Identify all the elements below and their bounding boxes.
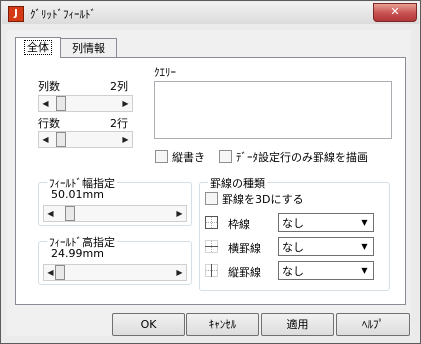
columns-label: 列数	[38, 80, 60, 93]
vertical-line-value: なし	[282, 265, 304, 278]
field-width-group: ﾌｨｰﾙﾄﾞ幅指定 50.01mm ◀ ▶	[38, 175, 192, 226]
horizontal-line-label: 横罫線	[228, 242, 261, 255]
slider-left-arrow-icon[interactable]: ◀	[39, 96, 52, 111]
close-button[interactable]: ✕	[373, 3, 417, 22]
field-width-value: 50.01mm	[51, 188, 104, 201]
three-d-lines-checkbox[interactable]	[205, 192, 218, 205]
rows-value: 2行	[110, 117, 128, 130]
line-types-group: 罫線の種類 罫線を3Dにする 枠線 なし ▼ 横罫線 なし ▼ 縦罫線 なし ▼	[199, 175, 390, 291]
chevron-down-icon[interactable]: ▼	[356, 262, 373, 279]
slider-left-arrow-icon[interactable]: ◀	[44, 206, 57, 221]
rows-slider[interactable]: ◀ ▶	[38, 131, 133, 148]
title-bar[interactable]: J ｸﾞﾘｯﾄﾞﾌｨｰﾙﾄﾞ ✕	[2, 2, 419, 24]
query-textarea[interactable]	[154, 81, 392, 139]
slider-right-arrow-icon[interactable]: ▶	[119, 96, 132, 111]
slider-thumb[interactable]	[65, 206, 75, 221]
apply-button[interactable]: 適用	[261, 313, 334, 336]
three-d-lines-label: 罫線を3Dにする	[222, 193, 304, 206]
tab-panel-general: 列数 2列 ◀ ▶ 行数 2行 ◀ ▶ ｸｴﾘｰ 縦書き ﾃﾞｰﾀ設定行のみ罫線…	[15, 57, 406, 305]
slider-right-arrow-icon[interactable]: ▶	[173, 265, 186, 280]
columns-value: 2列	[110, 80, 128, 93]
chevron-down-icon[interactable]: ▼	[356, 214, 373, 231]
horizontal-line-select[interactable]: なし ▼	[278, 237, 374, 256]
line-types-group-label: 罫線の種類	[208, 175, 267, 191]
tab-general[interactable]: 全体	[15, 37, 61, 58]
vertical-line-icon	[205, 264, 218, 277]
tab-column-info-label: 列情報	[72, 42, 105, 55]
slider-thumb[interactable]	[56, 96, 66, 111]
slider-thumb[interactable]	[55, 265, 65, 280]
query-label: ｸｴﾘｰ	[154, 66, 176, 79]
horizontal-line-icon	[205, 240, 218, 253]
tab-column-info[interactable]: 列情報	[60, 38, 117, 58]
close-icon: ✕	[390, 5, 400, 18]
chevron-down-icon[interactable]: ▼	[356, 238, 373, 255]
horizontal-line-value: なし	[282, 241, 304, 254]
app-icon: J	[8, 6, 24, 22]
vertical-writing-label: 縦書き	[172, 151, 205, 164]
field-width-slider[interactable]: ◀ ▶	[43, 205, 187, 222]
window-title: ｸﾞﾘｯﾄﾞﾌｨｰﾙﾄﾞ	[30, 8, 96, 21]
data-rows-only-checkbox[interactable]	[219, 150, 232, 163]
slider-right-arrow-icon[interactable]: ▶	[119, 132, 132, 147]
slider-left-arrow-icon[interactable]: ◀	[39, 132, 52, 147]
frame-line-label: 枠線	[228, 218, 250, 231]
frame-line-value: なし	[282, 217, 304, 230]
field-height-slider[interactable]: ◀ ▶	[43, 264, 187, 281]
vertical-writing-checkbox[interactable]	[155, 150, 168, 163]
slider-thumb[interactable]	[56, 132, 66, 147]
rows-label: 行数	[38, 117, 60, 130]
frame-line-select[interactable]: なし ▼	[278, 213, 374, 232]
data-rows-only-label: ﾃﾞｰﾀ設定行のみ罫線を描画	[236, 151, 368, 164]
vertical-line-label: 縦罫線	[228, 266, 261, 279]
dialog-client: 全体 列情報 列数 2列 ◀ ▶ 行数 2行 ◀ ▶ ｸｴﾘｰ 縦書き ﾃﾞｰﾀ…	[7, 30, 411, 336]
help-button[interactable]: ﾍﾙﾌﾟ	[336, 313, 410, 336]
tab-general-label: 全体	[24, 40, 52, 55]
ok-button[interactable]: OK	[112, 313, 185, 336]
slider-right-arrow-icon[interactable]: ▶	[173, 206, 186, 221]
columns-slider[interactable]: ◀ ▶	[38, 95, 133, 112]
cancel-button[interactable]: ｷｬﾝｾﾙ	[186, 313, 259, 336]
vertical-line-select[interactable]: なし ▼	[278, 261, 374, 280]
field-height-value: 24.99mm	[51, 247, 104, 260]
frame-line-icon	[205, 216, 218, 229]
field-height-group: ﾌｨｰﾙﾄﾞ高指定 24.99mm ◀ ▶	[38, 234, 192, 285]
